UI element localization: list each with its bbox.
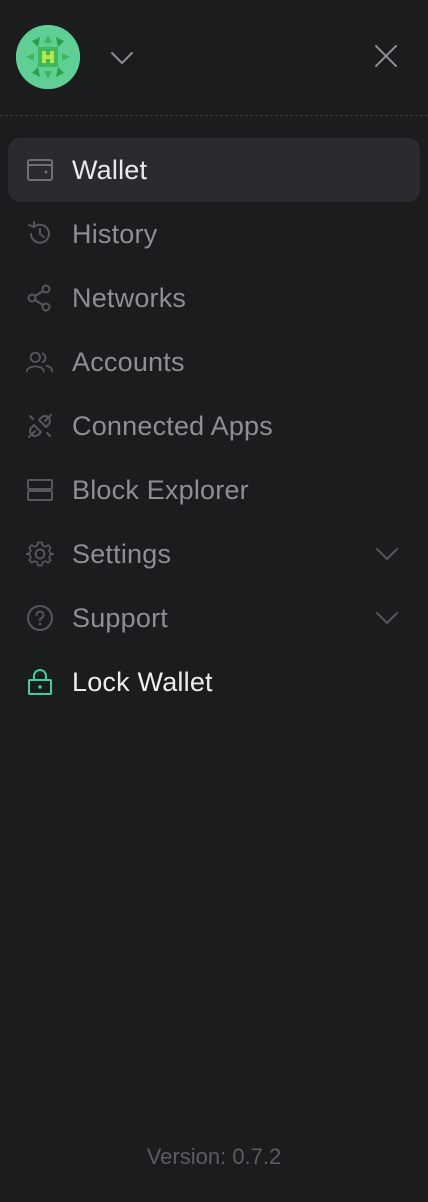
menu-item-accounts[interactable]: Accounts — [0, 330, 428, 394]
plug-disconnect-icon — [26, 412, 54, 440]
side-menu: Wallet History Networks Accounts Connect… — [0, 138, 428, 714]
question-circle-icon — [26, 604, 54, 632]
menu-item-label: Connected Apps — [72, 410, 273, 441]
menu-item-label: Accounts — [72, 346, 185, 377]
menu-item-label: Support — [72, 602, 168, 633]
menu-item-block-explorer[interactable]: Block Explorer — [0, 458, 428, 522]
share-nodes-icon — [26, 284, 54, 312]
menu-item-label: Networks — [72, 282, 187, 313]
account-switcher-button[interactable] — [104, 40, 140, 76]
wallet-icon — [26, 156, 54, 184]
menu-item-label: History — [72, 218, 158, 249]
account-identicon-icon — [16, 25, 80, 89]
account-avatar[interactable] — [16, 25, 80, 89]
chevron-down-icon — [374, 541, 400, 567]
menu-item-networks[interactable]: Networks — [0, 266, 428, 330]
server-icon — [26, 476, 54, 504]
version-label: Version: 0.7.2 — [146, 1144, 282, 1169]
close-menu-button[interactable] — [368, 38, 404, 74]
lock-icon — [26, 668, 54, 696]
users-icon — [26, 348, 54, 376]
menu-item-label: Block Explorer — [72, 474, 249, 505]
history-icon — [26, 220, 54, 248]
close-icon — [375, 45, 397, 67]
menu-item-wallet[interactable]: Wallet — [8, 138, 420, 202]
menu-item-history[interactable]: History — [0, 202, 428, 266]
menu-item-connected-apps[interactable]: Connected Apps — [0, 394, 428, 458]
menu-item-label: Wallet — [72, 154, 148, 185]
chevron-down-icon — [374, 605, 400, 631]
menu-item-settings[interactable]: Settings — [0, 522, 428, 586]
menu-item-lock-wallet[interactable]: Lock Wallet — [0, 650, 428, 714]
menu-item-label: Lock Wallet — [72, 666, 213, 697]
gear-icon — [26, 540, 54, 568]
menu-item-support[interactable]: Support — [0, 586, 428, 650]
menu-item-label: Settings — [72, 538, 172, 569]
chevron-down-icon — [111, 52, 133, 64]
menu-header — [0, 0, 428, 116]
